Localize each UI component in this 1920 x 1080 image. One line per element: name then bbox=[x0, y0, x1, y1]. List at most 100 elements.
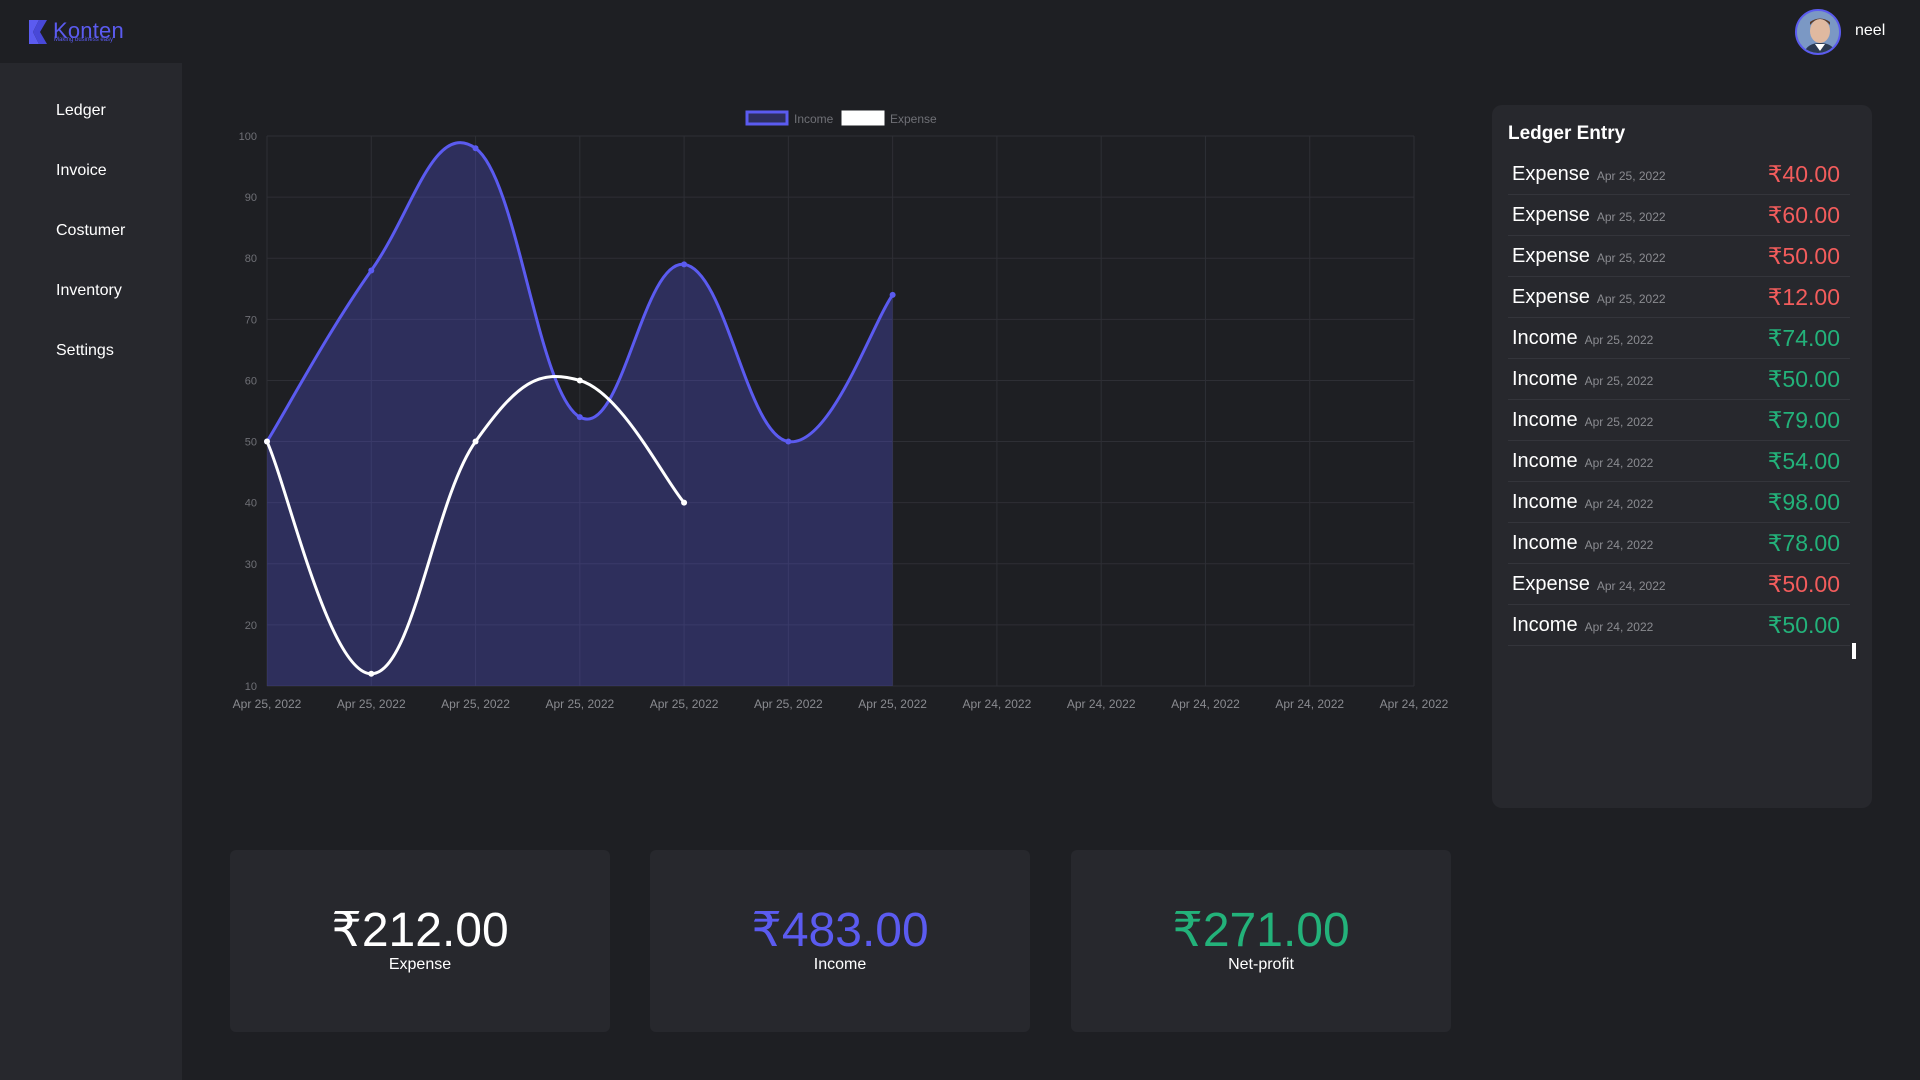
list-item[interactable]: Expense Apr 25, 2022 ₹12.00 bbox=[1508, 277, 1850, 318]
sidebar: Ledger Invoice Costumer Inventory Settin… bbox=[0, 63, 182, 1080]
list-item[interactable]: Income Apr 25, 2022 ₹50.00 bbox=[1508, 359, 1850, 400]
net-profit-total: ₹271.00 bbox=[1172, 904, 1350, 957]
list-item[interactable]: Expense Apr 25, 2022 ₹50.00 bbox=[1508, 236, 1850, 277]
user-avatar-icon bbox=[1797, 11, 1839, 53]
data-point-expense bbox=[576, 377, 583, 384]
sidebar-item-invoice[interactable]: Invoice bbox=[56, 162, 107, 180]
x-tick-label: Apr 24, 2022 bbox=[1171, 697, 1240, 711]
ledger-entry-date: Apr 25, 2022 bbox=[1584, 414, 1654, 429]
expense-card: ₹212.00 Expense bbox=[230, 850, 610, 1032]
x-tick-label: Apr 24, 2022 bbox=[963, 697, 1032, 711]
y-tick-label: 60 bbox=[245, 375, 257, 387]
y-tick-label: 80 bbox=[245, 253, 257, 265]
x-tick-label: Apr 25, 2022 bbox=[337, 697, 406, 711]
sidebar-item-inventory[interactable]: Inventory bbox=[56, 282, 122, 300]
ledger-entry-date: Apr 25, 2022 bbox=[1584, 373, 1654, 388]
ledger-entry-amount: ₹50.00 bbox=[1767, 570, 1840, 597]
ledger-panel: Ledger Entry Expense Apr 25, 2022 ₹40.00 Ex… bbox=[1492, 105, 1872, 808]
ledger-list[interactable]: Expense Apr 25, 2022 ₹40.00 Expense Apr 25, … bbox=[1508, 154, 1850, 646]
y-tick-label: 90 bbox=[245, 192, 257, 204]
ledger-entry-date: Apr 25, 2022 bbox=[1596, 209, 1666, 224]
data-point-expense bbox=[368, 670, 375, 677]
y-tick-label: 50 bbox=[245, 437, 257, 449]
ledger-entry-date: Apr 24, 2022 bbox=[1584, 619, 1654, 634]
avatar[interactable] bbox=[1795, 9, 1841, 55]
ledger-entry-amount: ₹54.00 bbox=[1767, 447, 1840, 474]
list-item[interactable]: Income Apr 25, 2022 ₹74.00 bbox=[1508, 318, 1850, 359]
ledger-scrollbar[interactable] bbox=[1852, 643, 1856, 659]
ledger-entry-amount: ₹50.00 bbox=[1767, 611, 1840, 638]
konten-logo-icon bbox=[29, 20, 47, 44]
legend-label-income: Income bbox=[794, 112, 834, 126]
list-item[interactable]: Expense Apr 25, 2022 ₹60.00 bbox=[1508, 195, 1850, 236]
ledger-entry-type: Income bbox=[1512, 490, 1578, 513]
ledger-entry-type: Expense bbox=[1512, 572, 1590, 595]
ledger-entry-amount: ₹74.00 bbox=[1767, 324, 1840, 351]
ledger-entry-amount: ₹50.00 bbox=[1767, 365, 1840, 392]
x-tick-label: Apr 24, 2022 bbox=[1275, 697, 1344, 711]
ledger-entry-type: Income bbox=[1512, 367, 1578, 390]
line-chart: 10 20 30 40 50 60 70 80 90 100 Apr 25, 2022 Apr 25,… bbox=[233, 110, 1449, 711]
ledger-entry-date: Apr 25, 2022 bbox=[1596, 291, 1666, 306]
ledger-entry-type: Income bbox=[1512, 613, 1578, 636]
data-point-income bbox=[576, 414, 583, 421]
ledger-entry-type: Income bbox=[1512, 449, 1578, 472]
data-point-income bbox=[889, 291, 896, 298]
y-tick-label: 10 bbox=[245, 681, 257, 693]
ledger-entry-type: Expense bbox=[1512, 285, 1590, 308]
legend-swatch-income bbox=[745, 110, 789, 126]
ledger-entry-amount: ₹79.00 bbox=[1767, 406, 1840, 433]
ledger-entry-date: Apr 25, 2022 bbox=[1596, 168, 1666, 183]
ledger-entry-type: Expense bbox=[1512, 244, 1590, 267]
data-point-income bbox=[368, 267, 375, 274]
top-bar: Konten Making business easy neel bbox=[0, 0, 1920, 63]
ledger-entry-date: Apr 24, 2022 bbox=[1596, 578, 1666, 593]
ledger-entry-type: Income bbox=[1512, 326, 1578, 349]
ledger-entry-type: Expense bbox=[1512, 162, 1590, 185]
ledger-entry-date: Apr 24, 2022 bbox=[1584, 496, 1654, 511]
x-tick-label: Apr 25, 2022 bbox=[858, 697, 927, 711]
list-item[interactable]: Expense Apr 24, 2022 ₹50.00 bbox=[1508, 564, 1850, 605]
username[interactable]: neel bbox=[1855, 22, 1885, 40]
ledger-entry-date: Apr 25, 2022 bbox=[1596, 250, 1666, 265]
legend-label-expense: Expense bbox=[890, 112, 937, 126]
sidebar-item-costumer[interactable]: Costumer bbox=[56, 222, 125, 240]
x-tick-label: Apr 25, 2022 bbox=[650, 697, 719, 711]
app-logo[interactable]: Konten Making business easy bbox=[27, 18, 137, 48]
list-item[interactable]: Income Apr 24, 2022 ₹78.00 bbox=[1508, 523, 1850, 564]
list-item[interactable]: Income Apr 24, 2022 ₹54.00 bbox=[1508, 441, 1850, 482]
data-point-expense bbox=[681, 499, 688, 506]
y-tick-label: 30 bbox=[245, 559, 257, 571]
ledger-entry-date: Apr 25, 2022 bbox=[1584, 332, 1654, 347]
net-profit-card: ₹271.00 Net-profit bbox=[1071, 850, 1451, 1032]
ledger-entry-type: Income bbox=[1512, 531, 1578, 554]
list-item[interactable]: Expense Apr 25, 2022 ₹40.00 bbox=[1508, 154, 1850, 195]
ledger-entry-amount: ₹12.00 bbox=[1767, 283, 1840, 310]
data-point-income bbox=[472, 145, 479, 152]
net-profit-label: Net-profit bbox=[1228, 956, 1294, 973]
ledger-entry-amount: ₹98.00 bbox=[1767, 488, 1840, 515]
expense-total: ₹212.00 bbox=[331, 904, 509, 957]
ledger-title: Ledger Entry bbox=[1508, 123, 1626, 144]
y-tick-label: 70 bbox=[245, 314, 257, 326]
ledger-entry-amount: ₹40.00 bbox=[1767, 160, 1840, 187]
x-tick-label: Apr 25, 2022 bbox=[233, 697, 302, 711]
ledger-entry-type: Expense bbox=[1512, 203, 1590, 226]
income-expense-chart: 10 20 30 40 50 60 70 80 90 100 Apr 25, 2022 Apr 25,… bbox=[220, 100, 1470, 720]
list-item[interactable]: Income Apr 25, 2022 ₹79.00 bbox=[1508, 400, 1850, 441]
y-tick-label: 20 bbox=[245, 620, 257, 632]
y-tick-label: 40 bbox=[245, 498, 257, 510]
list-item[interactable]: Income Apr 24, 2022 ₹98.00 bbox=[1508, 482, 1850, 523]
ledger-entry-date: Apr 24, 2022 bbox=[1584, 455, 1654, 470]
data-point-income bbox=[785, 438, 792, 445]
list-item[interactable]: Income Apr 24, 2022 ₹50.00 bbox=[1508, 605, 1850, 646]
app-tagline: Making business easy bbox=[54, 37, 114, 43]
sidebar-item-ledger[interactable]: Ledger bbox=[56, 102, 106, 120]
x-tick-label: Apr 24, 2022 bbox=[1067, 697, 1136, 711]
data-point-income bbox=[681, 261, 688, 268]
sidebar-item-settings[interactable]: Settings bbox=[56, 342, 114, 360]
income-card: ₹483.00 Income bbox=[650, 850, 1030, 1032]
expense-label: Expense bbox=[388, 956, 452, 973]
x-tick-label: Apr 25, 2022 bbox=[754, 697, 823, 711]
data-point-expense bbox=[264, 438, 270, 445]
